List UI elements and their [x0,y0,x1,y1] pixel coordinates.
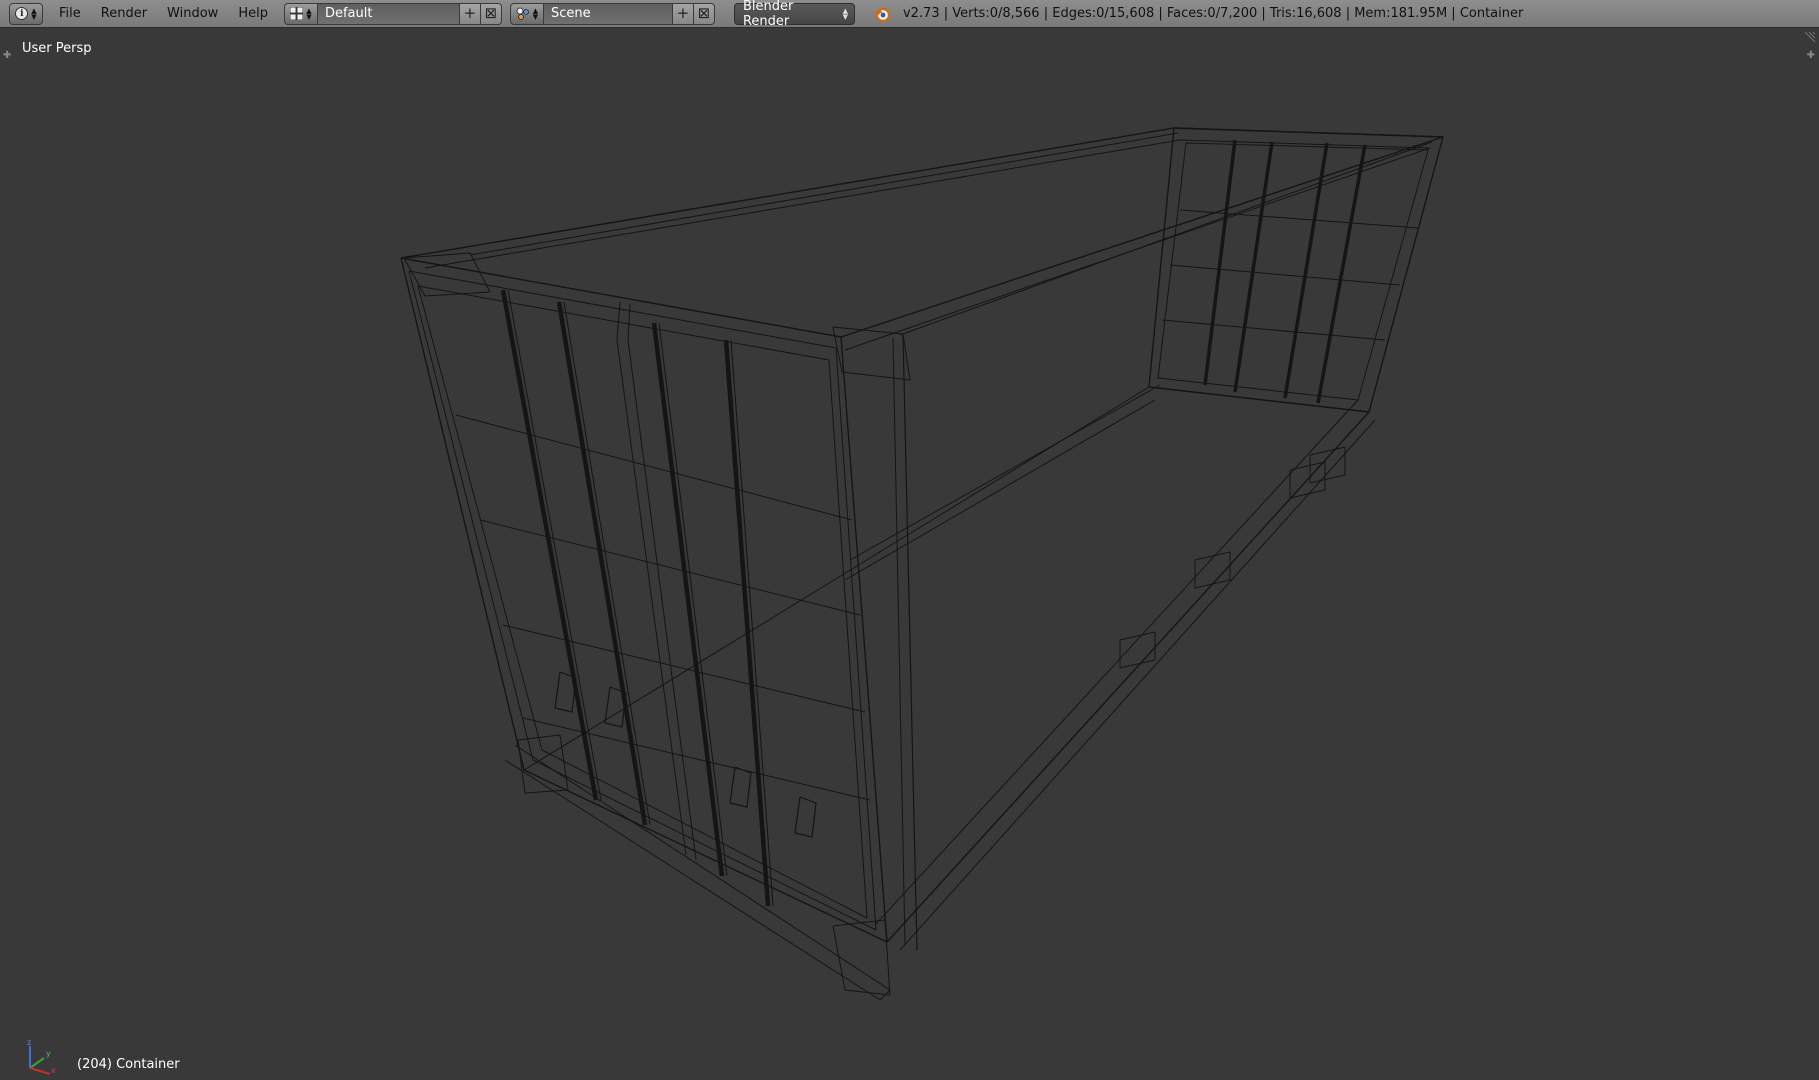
side-rail [844,399,1156,581]
editor-type-selector[interactable]: i ▲ ▼ [9,2,43,25]
svg-text:z: z [27,1040,31,1047]
view-name-label: User Persp [22,41,92,56]
door-handle [794,796,817,838]
corner-casting [832,326,911,381]
front-face-inner [408,270,877,931]
door-rail [502,624,866,713]
info-icon: i [15,7,29,20]
bottom-edges [899,419,1376,951]
menu-file[interactable]: File [49,0,91,28]
rear-rail [1161,319,1386,341]
3d-viewport[interactable]: User Persp ✚ ✚ z y x (204) Container [0,28,1819,1080]
corner-casting [832,919,891,996]
close-icon: ⊠ [697,4,711,22]
scene-name-field[interactable]: Scene [543,2,673,25]
updown-arrows-icon: ▲ ▼ [532,6,539,21]
updown-arrows-icon: ▲ ▼ [31,6,37,21]
side-edge [902,333,918,951]
render-engine-label: Blender Render [742,0,794,29]
locking-rod-edge [730,339,774,907]
updown-arrows-icon: ▲ ▼ [842,6,848,21]
screen-layout-picker: ▲ ▼ Default + ⊠ [283,2,502,25]
bottom-frame [504,744,891,1001]
rear-face-inner [1157,142,1429,401]
menu-help[interactable]: Help [228,0,278,28]
svg-text:x: x [51,1066,56,1075]
side-edge [892,337,906,946]
rear-locking-rod [1316,144,1367,404]
scene-browse-button[interactable]: ▲ ▼ [509,2,544,25]
container-wireframe [400,127,1444,1001]
blender-logo-icon [872,7,891,22]
add-scene-button[interactable]: + [672,2,694,25]
add-screen-button[interactable]: + [459,2,481,25]
blender-window: i ▲ ▼ File Render Window Help ▲ ▼ Default … [0,0,1819,1080]
close-icon: ⊠ [484,4,498,22]
door-rail [522,717,871,801]
rear-locking-rod [1233,141,1274,393]
area-split-handle-icon[interactable] [1803,30,1817,44]
door-handle [729,766,752,808]
scene-statistics: v2.73 | Verts:0/8,566 | Edges:0/15,608 |… [902,6,1524,21]
top-edges [469,132,1179,256]
rear-rail [1169,264,1401,286]
scene-icon [516,7,529,20]
updown-arrows-icon: ▲ ▼ [306,6,312,21]
render-engine-select[interactable]: Blender Render ▲ ▼ [733,0,855,29]
screen-layout-icon [290,7,304,20]
delete-screen-button[interactable]: ⊠ [480,2,502,25]
axis-gizmo-icon: z y x [27,1040,56,1075]
screen-layout-browse-button[interactable]: ▲ ▼ [283,2,318,25]
door-split [616,301,687,856]
info-header: i ▲ ▼ File Render Window Help ▲ ▼ Default … [0,0,1819,29]
bottom-edges [874,399,1359,926]
locking-rod-edge [563,301,651,826]
front-face-outline [400,257,888,943]
locking-rod-edge [507,289,602,801]
active-object-label: (204) Container [77,1057,180,1072]
rear-rail [1179,209,1419,229]
locking-rod [651,322,725,877]
rear-face-outline [1148,127,1444,413]
top-edges [400,127,1444,338]
svg-text:y: y [46,1049,51,1058]
delete-scene-button[interactable]: ⊠ [693,2,715,25]
side-rail [849,384,1161,561]
fork-pocket [1309,446,1346,484]
region-expand-right-icon[interactable]: ✚ [1807,50,1815,61]
top-edges [424,139,1431,351]
bottom-edges [886,411,1370,943]
main-menu: File Render Window Help [49,0,278,28]
rear-locking-rod [1283,142,1329,399]
menu-render[interactable]: Render [91,0,157,28]
top-edges [899,141,1433,336]
fork-pocket [1119,631,1156,669]
menu-window[interactable]: Window [157,0,228,28]
locking-rod [556,301,648,826]
scene-picker: ▲ ▼ Scene + ⊠ [509,2,715,25]
plus-icon: + [676,4,690,22]
door-rail [479,519,861,616]
region-expand-left-icon[interactable]: ✚ [3,50,11,61]
screen-layout-name-field[interactable]: Default [317,2,460,25]
rear-locking-rod [1203,139,1237,386]
locking-rod-edge [658,322,728,877]
door-rail [455,414,853,521]
locking-rod [723,339,771,907]
plus-icon: + [463,4,477,22]
